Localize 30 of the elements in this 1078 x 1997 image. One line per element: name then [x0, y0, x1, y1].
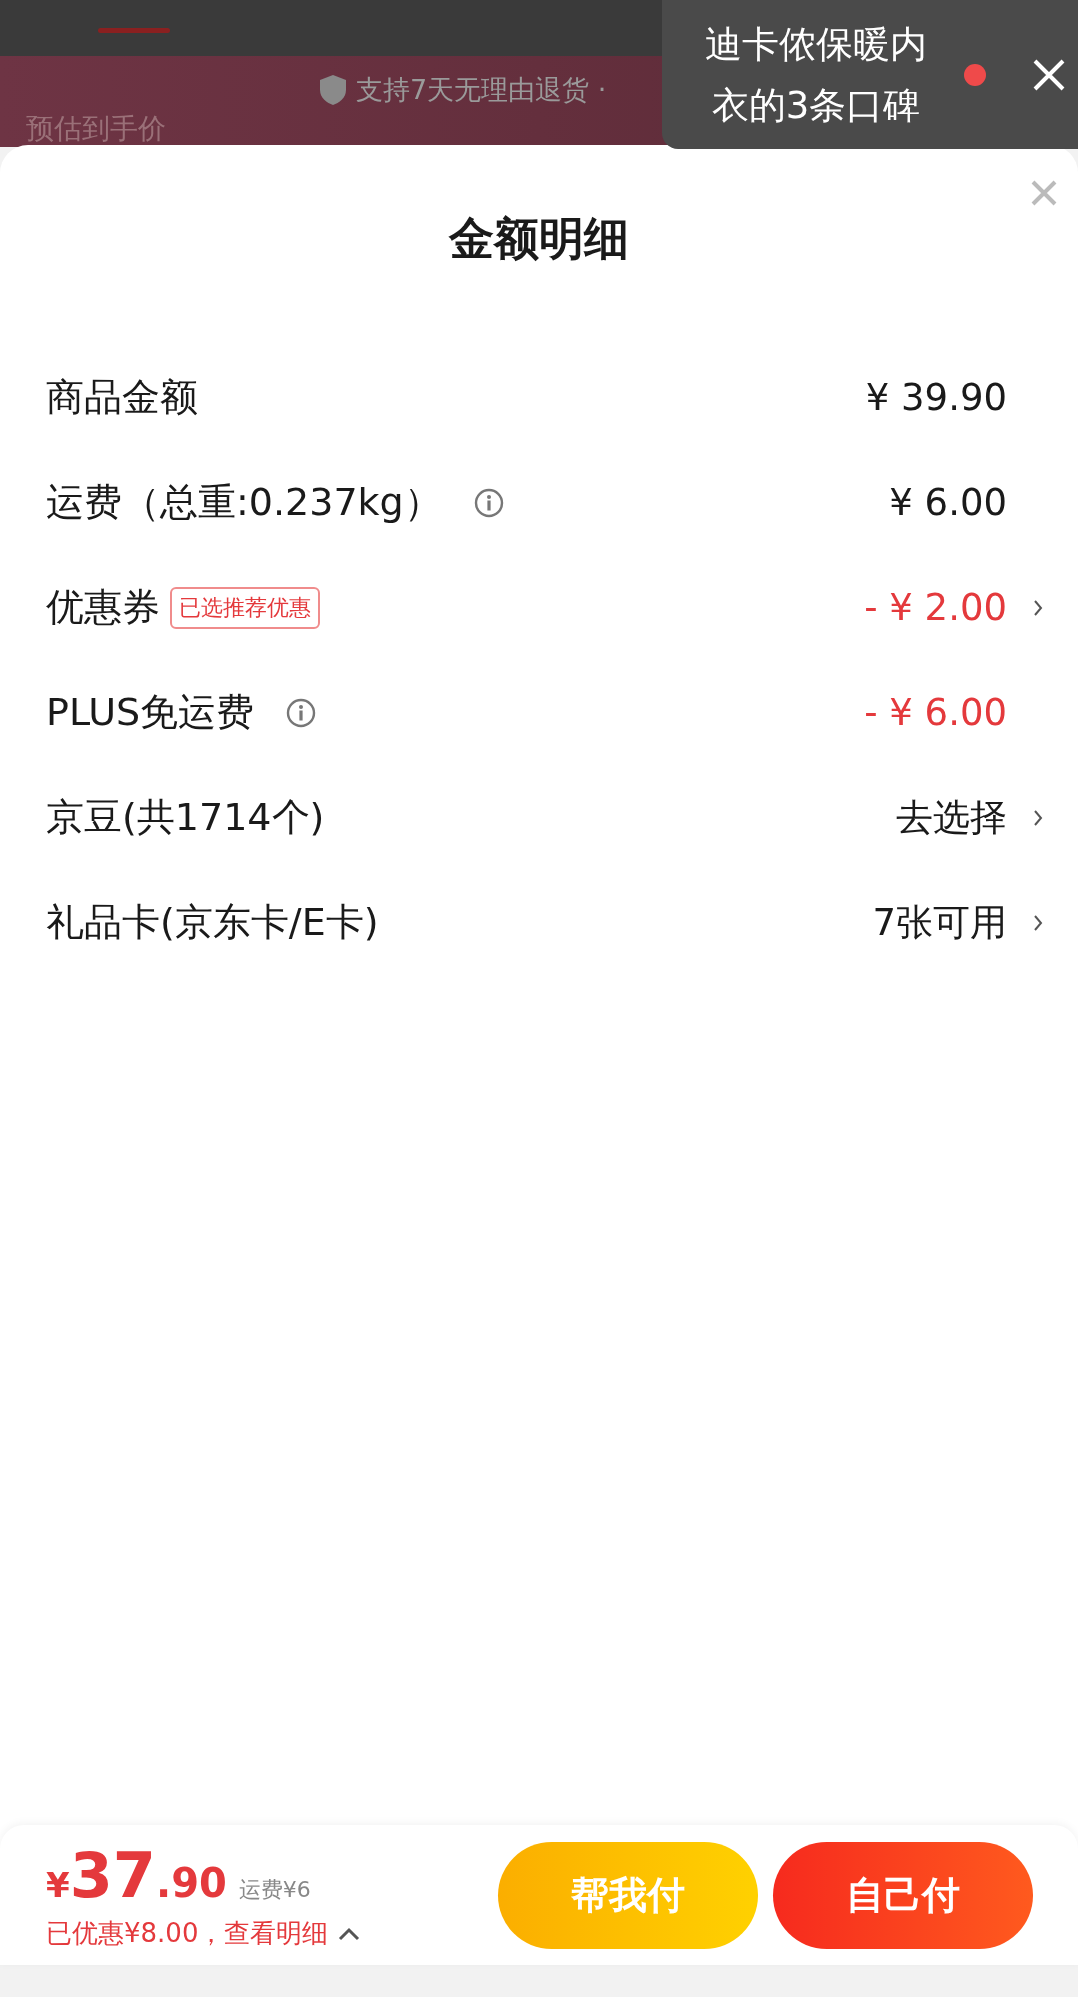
recommended-tag: 已选推荐优惠 — [170, 586, 320, 629]
row-label: 礼品卡(京东卡/E卡) — [46, 899, 379, 946]
row-label: 商品金额 — [46, 374, 198, 421]
chevron-icon[interactable] — [1033, 808, 1043, 827]
row-label: 京豆(共1714个) — [46, 794, 325, 841]
tab-indicator — [98, 28, 170, 33]
info-icon[interactable] — [286, 697, 317, 728]
row-value[interactable]: 7张可用 — [872, 897, 1007, 948]
shield-icon — [318, 74, 348, 106]
caret-icon[interactable] — [338, 1926, 361, 1941]
pay-button[interactable]: 自己付 — [773, 1841, 1033, 1949]
sheet-title: 金额明细 — [447, 211, 630, 267]
shipping-fee: 运费¥6 — [238, 1876, 311, 1904]
popup-text: 迪卡侬保暖内 衣的3条口碑 — [704, 21, 928, 129]
row-value[interactable]: 去选择 — [896, 792, 1007, 843]
row-value: ¥ 6.00 — [889, 481, 1007, 524]
row-label: 运费（总重:0.237kg） — [46, 479, 442, 526]
price-label: 预估到手价 — [26, 111, 166, 147]
row-value: ¥ 39.90 — [865, 376, 1007, 419]
return-policy-text: 支持7天无理由退货 · — [356, 73, 607, 107]
row-value: - ¥ 6.00 — [864, 691, 1007, 734]
row-label: PLUS免运费 — [46, 689, 255, 736]
total-price: ¥37.90 — [46, 1839, 227, 1912]
chevron-icon[interactable] — [1033, 913, 1043, 932]
row-value[interactable]: - ¥ 2.00 — [864, 586, 1007, 629]
discount-detail-link[interactable]: 已优惠¥8.00，查看明细 — [46, 1916, 329, 1951]
review-popup[interactable]: 迪卡侬保暖内 衣的3条口碑 — [662, 0, 1078, 149]
chevron-icon[interactable] — [1033, 598, 1043, 617]
info-icon[interactable] — [473, 487, 504, 518]
row-label: 优惠券 — [46, 584, 160, 631]
